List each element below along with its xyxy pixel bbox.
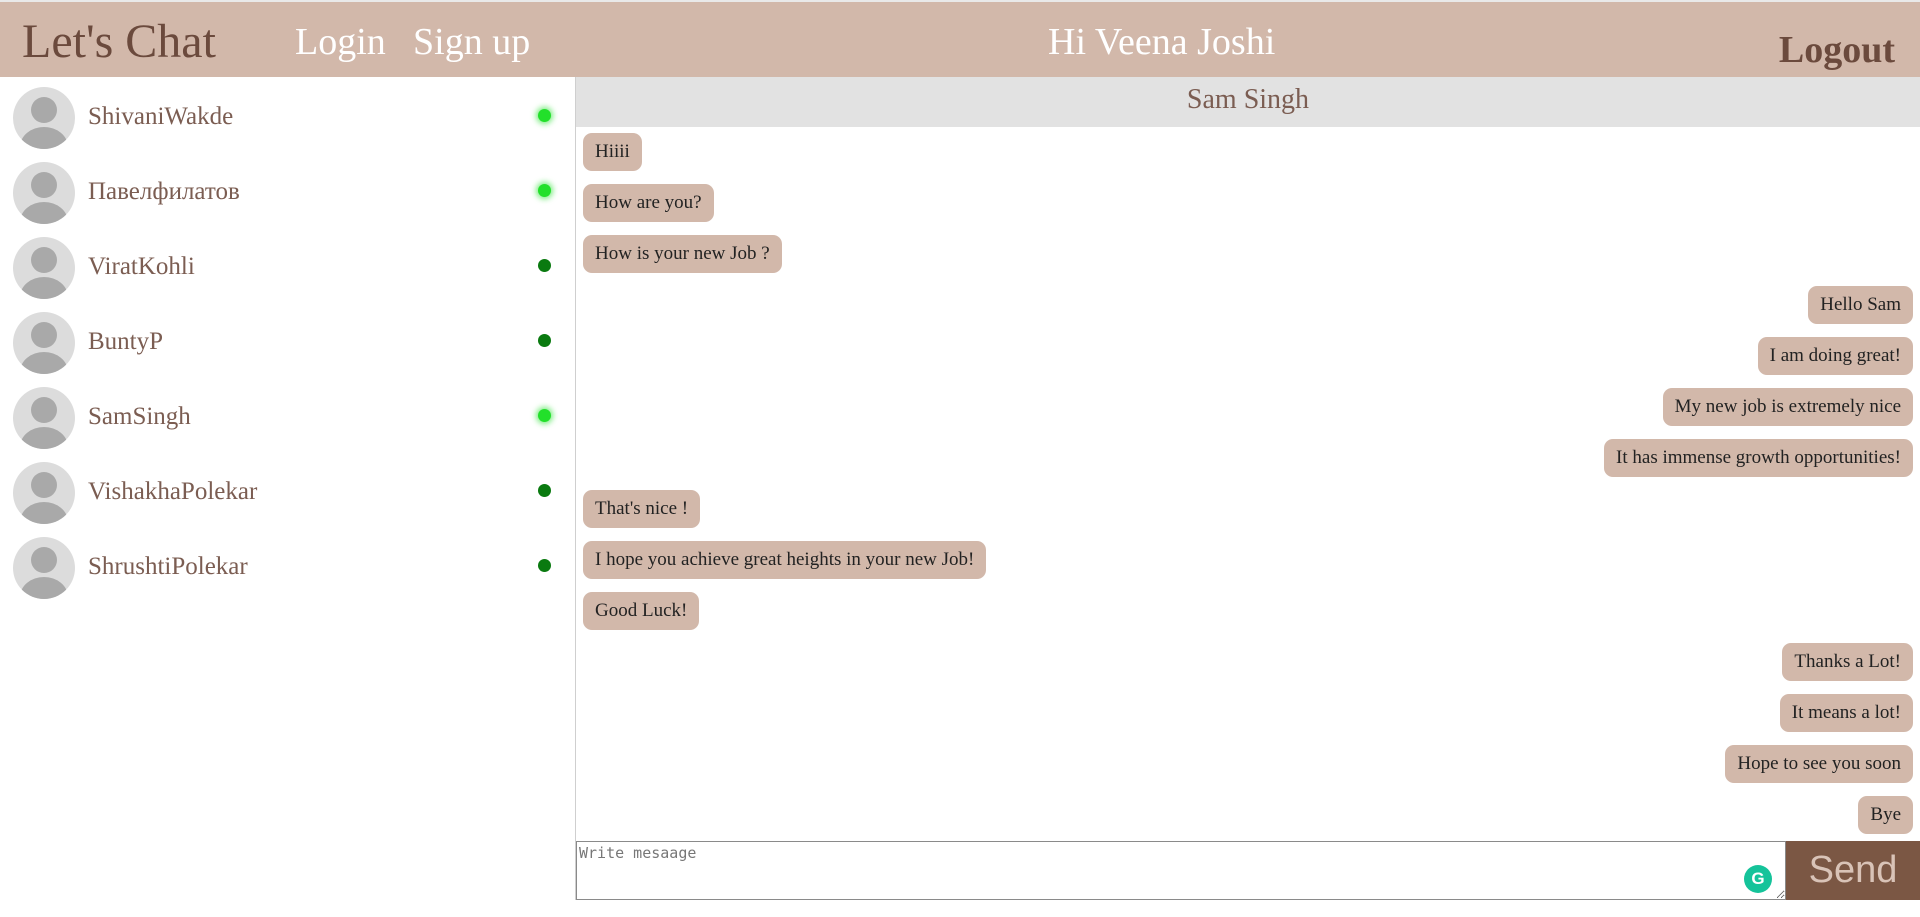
signup-link[interactable]: Sign up <box>413 21 530 64</box>
outgoing-message: I am doing great! <box>1757 337 1913 375</box>
avatar-icon <box>13 312 75 374</box>
user-greeting: Hi Veena Joshi <box>1048 21 1276 63</box>
outgoing-message: It has immense growth opportunities! <box>1604 439 1913 477</box>
outgoing-message: My new job is extremely nice <box>1662 388 1913 426</box>
incoming-message: Good Luck! <box>583 592 700 630</box>
online-status-icon <box>538 184 551 197</box>
offline-status-icon <box>538 334 551 347</box>
offline-status-icon <box>538 259 551 272</box>
app-brand: Let's Chat <box>22 15 216 68</box>
avatar-icon <box>13 162 75 224</box>
online-status-icon <box>538 109 551 122</box>
chat-panel: Sam Singh Hiiii How are you? How is your… <box>576 77 1920 900</box>
online-status-icon <box>538 409 551 422</box>
contact-name: BuntyP <box>88 328 164 355</box>
outgoing-message: Hello Sam <box>1808 286 1913 324</box>
contact-name: Павелфилатов <box>88 178 240 205</box>
contact-item[interactable]: Павелфилатов <box>0 156 560 231</box>
contact-item[interactable]: ShrushtiPolekar <box>0 531 560 606</box>
message-list: Hiiii How are you? How is your new Job ?… <box>576 127 1920 917</box>
avatar-icon <box>13 387 75 449</box>
contact-name: ViratKohli <box>88 253 195 280</box>
incoming-message: How are you? <box>583 184 714 222</box>
send-button[interactable]: Send <box>1786 841 1920 900</box>
offline-status-icon <box>538 484 551 497</box>
incoming-message: How is your new Job ? <box>583 235 782 273</box>
contact-item[interactable]: ShivaniWakde <box>0 81 560 156</box>
contact-item[interactable]: BuntyP <box>0 306 560 381</box>
contacts-sidebar: ShivaniWakde Павелфилатов ViratKohli Bun… <box>0 77 576 900</box>
contact-item[interactable]: ViratKohli <box>0 231 560 306</box>
grammarly-icon[interactable]: G <box>1744 865 1772 893</box>
outgoing-message: It means a lot! <box>1779 694 1913 732</box>
logout-link[interactable]: Logout <box>1779 29 1895 72</box>
contact-item[interactable]: VishakhaPolekar <box>0 456 560 531</box>
offline-status-icon <box>538 559 551 572</box>
incoming-message: Hiiii <box>583 133 642 171</box>
chat-header: Sam Singh <box>576 77 1920 127</box>
login-link[interactable]: Login <box>295 21 386 64</box>
outgoing-message: Hope to see you soon <box>1725 745 1913 783</box>
outgoing-message: Thanks a Lot! <box>1782 643 1913 681</box>
contact-item[interactable]: SamSingh <box>0 381 560 456</box>
avatar-icon <box>13 462 75 524</box>
contact-name: SamSingh <box>88 403 191 430</box>
message-input[interactable] <box>576 841 1786 900</box>
avatar-icon <box>13 537 75 599</box>
contact-name: ShivaniWakde <box>88 103 234 130</box>
incoming-message: That's nice ! <box>583 490 701 528</box>
top-header: Let's Chat Login Sign up Hi Veena Joshi … <box>0 0 1920 77</box>
contact-name: VishakhaPolekar <box>88 478 258 505</box>
message-composer: G Send <box>576 841 1920 900</box>
contact-name: ShrushtiPolekar <box>88 553 248 580</box>
outgoing-message: Bye <box>1858 796 1913 834</box>
avatar-icon <box>13 237 75 299</box>
chat-title: Sam Singh <box>1186 84 1310 115</box>
incoming-message: I hope you achieve great heights in your… <box>583 541 987 579</box>
avatar-icon <box>13 87 75 149</box>
